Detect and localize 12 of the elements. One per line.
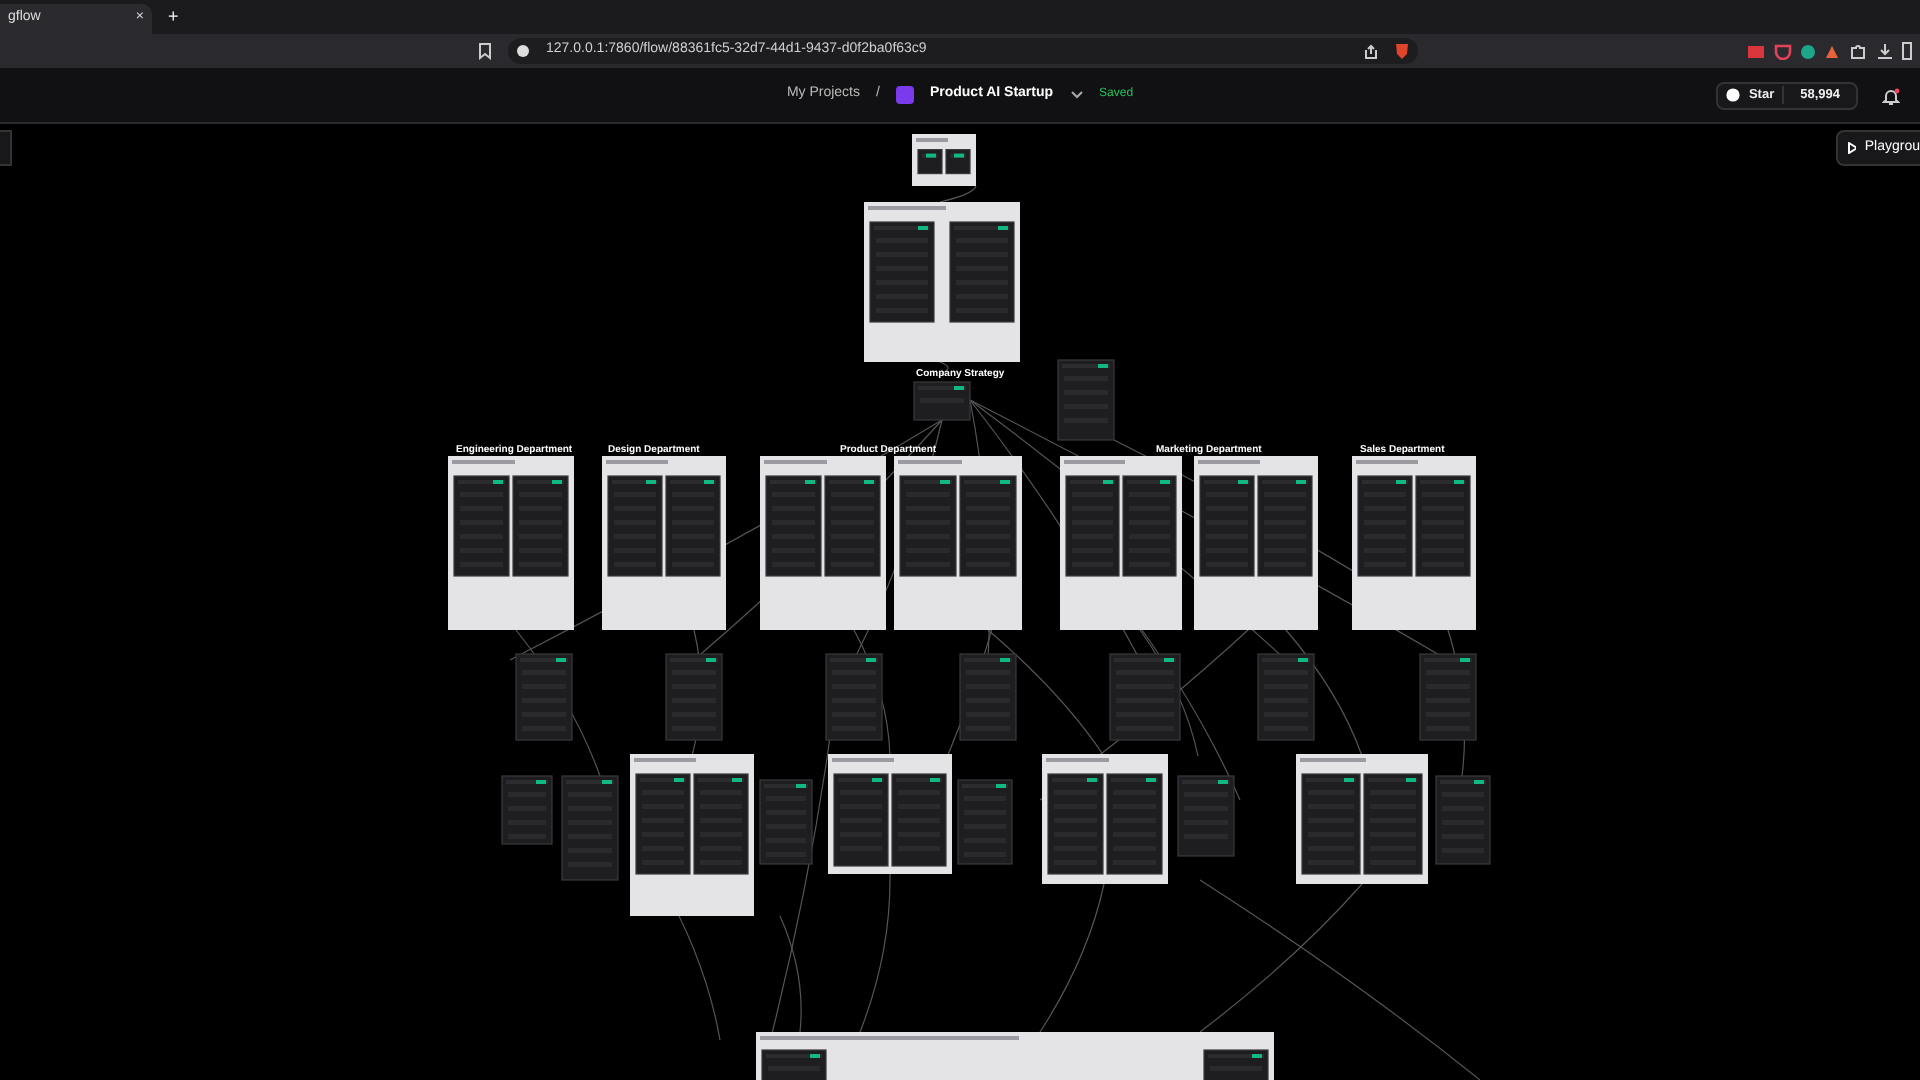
project-icon bbox=[895, 86, 914, 104]
shield-icon[interactable] bbox=[1394, 42, 1410, 60]
chevron-down-icon[interactable] bbox=[1069, 90, 1084, 100]
share-icon[interactable] bbox=[1364, 43, 1378, 59]
new-tab-button[interactable]: + bbox=[168, 3, 179, 31]
sidebar-toggle[interactable] bbox=[0, 130, 12, 166]
download-icon[interactable] bbox=[1876, 42, 1894, 60]
bell-icon[interactable] bbox=[1882, 88, 1900, 106]
bookmark-icon[interactable] bbox=[478, 42, 492, 60]
sidebar-icon[interactable] bbox=[1902, 42, 1912, 60]
pocket-icon[interactable] bbox=[1774, 43, 1792, 59]
play-icon bbox=[1848, 142, 1857, 154]
